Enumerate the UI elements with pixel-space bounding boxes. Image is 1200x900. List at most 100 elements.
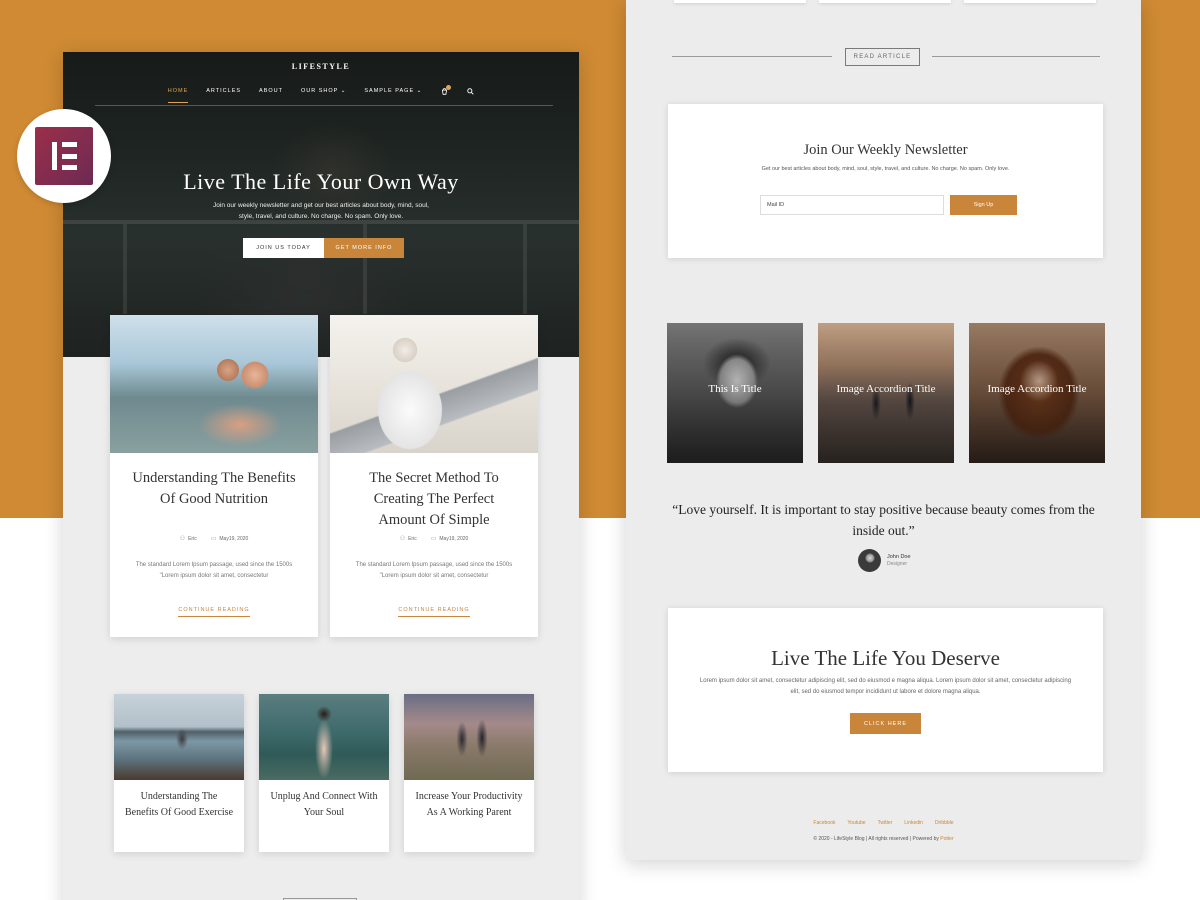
author-info: John Doe Designer — [887, 553, 911, 568]
footer-link-dribbble[interactable]: Dribbble — [935, 820, 954, 826]
accordion-title: Image Accordion Title — [836, 383, 936, 395]
post-image[interactable] — [110, 315, 318, 453]
post-date-text: May19, 2020 — [219, 536, 249, 542]
post-title[interactable]: Understanding The Benefits Of Good Nutri… — [130, 468, 298, 510]
divider-line — [672, 56, 832, 57]
site-logo[interactable]: LIFESTYLE — [63, 62, 579, 71]
newsletter-box: Join Our Weekly Newsletter Get our best … — [668, 104, 1103, 258]
nav-articles[interactable]: ARTICLES — [206, 88, 241, 94]
main-nav: HOME ARTICLES ABOUT OUR SHOP ⌄ SAMPLE PA… — [63, 85, 579, 103]
post-date: ▭ May19, 2020 — [211, 535, 249, 542]
post-meta: ⚇ Eric ▭ May19, 2020 — [110, 535, 318, 542]
nav-sample-page[interactable]: SAMPLE PAGE ⌄ — [364, 88, 422, 94]
post-date: ▭ May19, 2020 — [431, 535, 469, 542]
testimonial-author: John Doe Designer — [858, 549, 911, 572]
cart-count-dot — [446, 85, 452, 90]
small-post-title[interactable]: Understanding The Benefits Of Good Exerc… — [124, 789, 234, 821]
post-image[interactable] — [330, 315, 538, 453]
nav-home[interactable]: HOME — [167, 88, 189, 103]
nav-our-shop[interactable]: OUR SHOP ⌄ — [301, 88, 346, 94]
chevron-down-icon: ⌄ — [340, 88, 347, 94]
card-edge — [674, 0, 806, 3]
post-card: The Secret Method To Creating The Perfec… — [330, 315, 538, 637]
hero-buttons: JOIN US TODAY GET MORE INFO — [243, 238, 404, 258]
footer-link-facebook[interactable]: Facebook — [813, 820, 835, 826]
divider-line — [932, 56, 1100, 57]
previous-cards-edge — [674, 0, 1096, 4]
calendar-icon: ▭ — [210, 536, 217, 542]
continue-reading-link-text[interactable]: CONTINUE READING — [178, 607, 250, 617]
hero-title: Live The Life Your Own Way — [183, 169, 459, 194]
hero-subtitle: Join our weekly newsletter and get our b… — [213, 202, 429, 220]
nav-sample-page-label: SAMPLE PAGE — [364, 88, 415, 94]
footer-link-linkedin[interactable]: Linkedin — [904, 820, 923, 826]
elementor-logo-bar — [62, 142, 77, 147]
calendar-icon: ▭ — [430, 536, 437, 542]
small-post-title[interactable]: Increase Your Productivity As A Working … — [414, 789, 524, 821]
image-accordion-item[interactable]: Image Accordion Title — [969, 323, 1105, 463]
avatar — [858, 549, 881, 572]
image-accordion-item[interactable]: This Is Title — [667, 323, 803, 463]
post-author: ⚇ Eric — [400, 535, 417, 542]
accordion-title: This Is Title — [708, 383, 762, 395]
read-article-button[interactable]: READ ARTICLE — [845, 48, 920, 66]
author-role: Designer — [887, 561, 908, 567]
post-meta: ⚇ Eric ▭ May19, 2020 — [330, 535, 538, 542]
nav-about[interactable]: ABOUT — [259, 88, 283, 94]
post-author-name: Eric — [408, 536, 417, 542]
user-icon: ⚇ — [399, 536, 406, 542]
continue-reading-link: CONTINUE READING — [330, 598, 538, 617]
footer-social-links: Facebook Youtube Twitter Linkedin Dribbb… — [626, 820, 1141, 826]
small-post-image[interactable] — [404, 694, 534, 780]
cta-title: Live The Life You Deserve — [771, 646, 1000, 670]
testimonial-quote: “Love yourself. It is important to stay … — [672, 502, 1095, 538]
small-post-card: Increase Your Productivity As A Working … — [404, 694, 534, 852]
post-author-name: Eric — [188, 536, 197, 542]
newsletter-subtitle: Get our best articles about body, mind, … — [761, 166, 1010, 172]
post-excerpt: The standard Lorem Ipsum passage, used s… — [135, 562, 293, 579]
newsletter-title: Join Our Weekly Newsletter — [803, 142, 968, 158]
small-post-card: Unplug And Connect With Your Soul — [259, 694, 389, 852]
get-more-info-button[interactable]: GET MORE INFO — [324, 238, 404, 258]
elementor-badge — [17, 109, 111, 203]
hero-section: LIFESTYLE HOME ARTICLES ABOUT OUR SHOP ⌄… — [63, 52, 579, 357]
card-edge — [964, 0, 1096, 3]
small-post-image[interactable] — [114, 694, 244, 780]
post-author: ⚇ Eric — [180, 535, 197, 542]
click-here-button[interactable]: CLICK HERE — [850, 713, 921, 734]
small-post-image[interactable] — [259, 694, 389, 780]
footer-link-twitter[interactable]: Twitter — [878, 820, 893, 826]
powered-by-link[interactable]: Potter — [940, 836, 953, 842]
copyright-text: © 2020 - LifeStyle Blog | All rights res… — [813, 836, 939, 842]
email-field[interactable]: Mail ID — [760, 195, 944, 215]
footer-copyright: © 2020 - LifeStyle Blog | All rights res… — [626, 836, 1141, 842]
post-excerpt: The standard Lorem Ipsum passage, used s… — [355, 562, 513, 579]
small-post-card: Understanding The Benefits Of Good Exerc… — [114, 694, 244, 852]
accordion-title: Image Accordion Title — [987, 383, 1087, 395]
right-page-preview: READ ARTICLE Join Our Weekly Newsletter … — [626, 0, 1141, 860]
user-icon: ⚇ — [179, 536, 186, 542]
post-title[interactable]: The Secret Method To Creating The Perfec… — [350, 468, 518, 531]
cta-text: Lorem ipsum dolor sit amet, consectetur … — [699, 678, 1072, 695]
cta-box: Live The Life You Deserve Lorem ipsum do… — [668, 608, 1103, 772]
footer-link-youtube[interactable]: Youtube — [847, 820, 865, 826]
continue-reading-link-text[interactable]: CONTINUE READING — [398, 607, 470, 617]
post-card: Understanding The Benefits Of Good Nutri… — [110, 315, 318, 637]
left-page-preview: LIFESTYLE HOME ARTICLES ABOUT OUR SHOP ⌄… — [63, 52, 579, 900]
elementor-logo-bar — [62, 153, 77, 159]
nav-divider — [95, 105, 553, 106]
nav-our-shop-label: OUR SHOP — [301, 88, 339, 94]
image-accordion-item[interactable]: Image Accordion Title — [818, 323, 954, 463]
elementor-logo-icon — [35, 127, 93, 185]
join-us-button[interactable]: JOIN US TODAY — [243, 238, 324, 258]
search-icon[interactable] — [466, 87, 474, 95]
small-post-title[interactable]: Unplug And Connect With Your Soul — [269, 789, 379, 821]
elementor-logo-bar — [52, 142, 57, 170]
author-name: John Doe — [887, 554, 911, 560]
sign-up-button[interactable]: Sign Up — [950, 195, 1017, 215]
card-edge — [819, 0, 951, 3]
chevron-down-icon: ⌄ — [416, 88, 423, 94]
cart-icon[interactable] — [440, 85, 452, 95]
post-date-text: May19, 2020 — [439, 536, 469, 542]
continue-reading-link: CONTINUE READING — [110, 598, 318, 617]
